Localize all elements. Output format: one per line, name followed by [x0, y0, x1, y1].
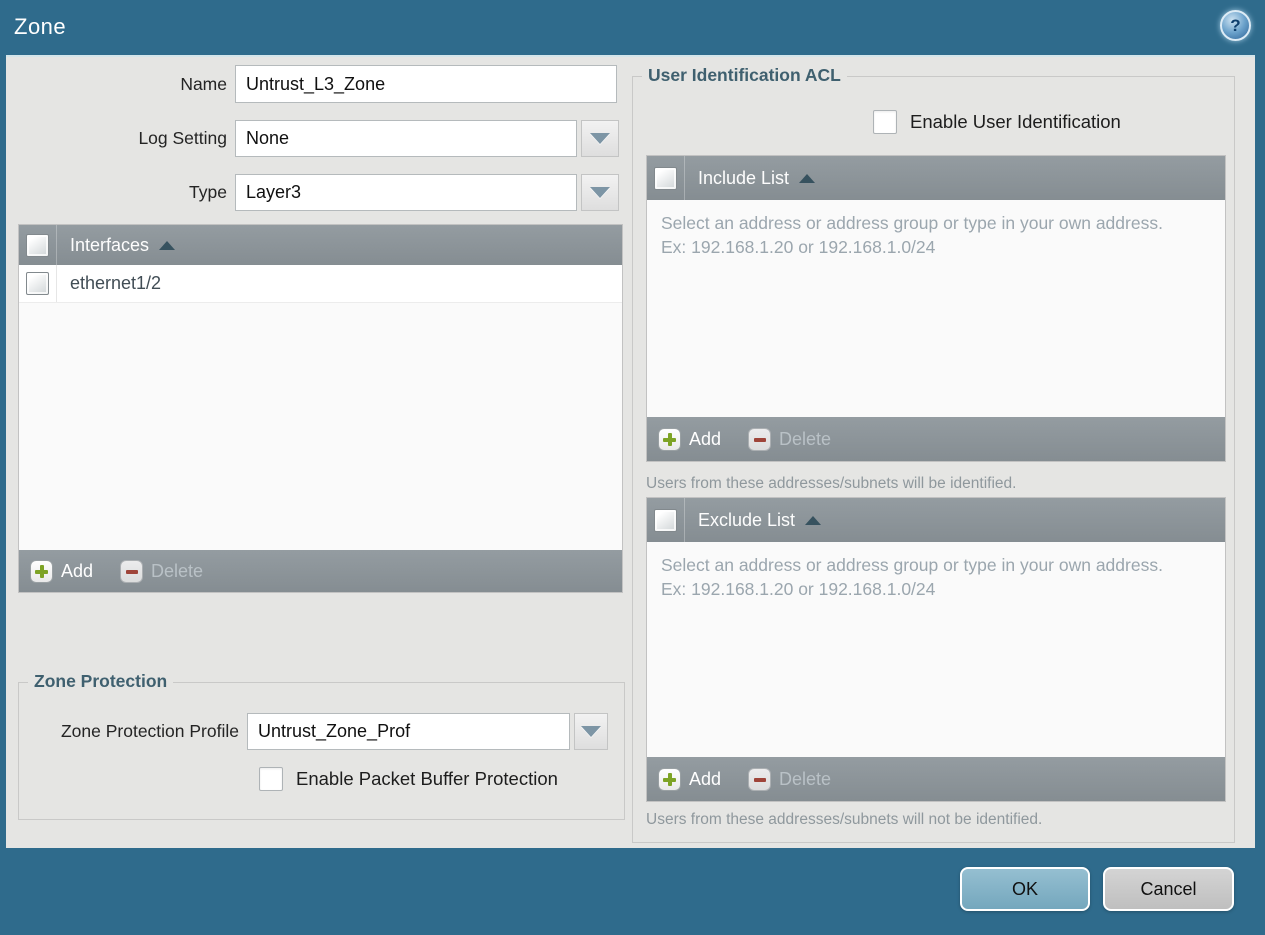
- dialog-content: Name Log Setting Type Interfaces etherne…: [6, 55, 1255, 848]
- delete-button[interactable]: Delete: [748, 767, 831, 791]
- log-setting-label: Log Setting: [138, 128, 227, 148]
- interface-name: ethernet1/2: [70, 273, 162, 293]
- packet-buffer-label: Enable Packet Buffer Protection: [296, 768, 558, 789]
- include-list-note: Users from these addresses/subnets will …: [646, 475, 1017, 492]
- include-list-body[interactable]: Select an address or address group or ty…: [647, 200, 1225, 417]
- chevron-down-icon: [590, 133, 610, 144]
- dialog-header: Zone ?: [0, 0, 1265, 55]
- zone-protection-profile-label: Zone Protection Profile: [60, 721, 239, 741]
- enable-user-identification-checkbox[interactable]: [873, 110, 897, 134]
- dialog-title: Zone: [14, 14, 67, 39]
- minus-icon: [120, 559, 144, 583]
- exclude-list-column-header[interactable]: Exclude List: [698, 510, 795, 531]
- help-icon[interactable]: ?: [1220, 10, 1251, 41]
- log-setting-row: Log Setting: [6, 120, 619, 157]
- include-select-all-checkbox[interactable]: [654, 166, 677, 190]
- enable-user-identification-row: Enable User Identification: [873, 110, 1121, 134]
- name-row: Name: [6, 65, 617, 103]
- include-select-all-cell: [647, 156, 685, 200]
- exclude-list-table: Exclude List Select an address or addres…: [646, 497, 1226, 802]
- include-list-table: Include List Select an address or addres…: [646, 155, 1226, 462]
- interfaces-table-body: ethernet1/2: [19, 265, 622, 550]
- include-list-header: Include List: [647, 156, 1225, 200]
- exclude-list-header: Exclude List: [647, 498, 1225, 542]
- delete-button[interactable]: Delete: [748, 427, 831, 451]
- exclude-list-body[interactable]: Select an address or address group or ty…: [647, 542, 1225, 757]
- include-list-toolbar: Add Delete: [647, 417, 1225, 461]
- packet-buffer-row: Enable Packet Buffer Protection: [259, 767, 558, 791]
- interfaces-table-header: Interfaces: [19, 225, 622, 265]
- cancel-button[interactable]: Cancel: [1103, 867, 1234, 911]
- interfaces-column-header[interactable]: Interfaces: [70, 235, 149, 256]
- packet-buffer-checkbox[interactable]: [259, 767, 283, 791]
- exclude-list-toolbar: Add Delete: [647, 757, 1225, 801]
- minus-icon: [748, 767, 772, 791]
- delete-button[interactable]: Delete: [120, 559, 203, 583]
- interfaces-select-all-checkbox[interactable]: [26, 233, 49, 257]
- exclude-list-placeholder: Select an address or address group or ty…: [661, 555, 1163, 600]
- plus-icon: [658, 767, 681, 791]
- exclude-list-note: Users from these addresses/subnets will …: [646, 811, 1043, 828]
- sort-ascending-icon[interactable]: [159, 240, 176, 250]
- add-button[interactable]: Add: [658, 767, 721, 791]
- log-setting-dropdown-button[interactable]: [581, 120, 619, 157]
- row-checkbox-cell: [19, 265, 57, 302]
- interfaces-toolbar: Add Delete: [19, 550, 622, 592]
- plus-icon: [30, 559, 53, 583]
- sort-ascending-icon[interactable]: [805, 515, 822, 525]
- zone-protection-section: Zone Protection Zone Protection Profile …: [18, 671, 625, 820]
- add-button[interactable]: Add: [658, 427, 721, 451]
- include-list-column-header[interactable]: Include List: [698, 168, 789, 189]
- add-button[interactable]: Add: [30, 559, 93, 583]
- chevron-down-icon: [590, 187, 610, 198]
- table-row[interactable]: ethernet1/2: [19, 265, 622, 303]
- type-row: Type: [6, 174, 619, 211]
- row-checkbox[interactable]: [26, 272, 49, 295]
- exclude-select-all-cell: [647, 498, 685, 542]
- zone-protection-profile-row: Zone Protection Profile: [25, 713, 608, 750]
- help-glyph: ?: [1230, 15, 1241, 35]
- name-input[interactable]: [235, 65, 617, 103]
- type-label: Type: [189, 182, 227, 202]
- zone-protection-profile-dropdown-button[interactable]: [574, 713, 608, 750]
- include-list-placeholder: Select an address or address group or ty…: [661, 213, 1163, 258]
- zone-protection-legend: Zone Protection: [28, 671, 174, 692]
- type-dropdown-button[interactable]: [581, 174, 619, 211]
- log-setting-input[interactable]: [235, 120, 577, 157]
- ok-button[interactable]: OK: [960, 867, 1090, 911]
- minus-icon: [748, 427, 772, 451]
- zone-protection-profile-input[interactable]: [247, 713, 570, 750]
- user-identification-acl-legend: User Identification ACL: [642, 65, 847, 86]
- interfaces-select-all-cell: [19, 225, 57, 265]
- user-identification-acl-section: User Identification ACL Enable User Iden…: [632, 65, 1235, 843]
- enable-user-identification-label: Enable User Identification: [910, 111, 1121, 132]
- name-label: Name: [180, 73, 227, 94]
- chevron-down-icon: [581, 726, 601, 737]
- exclude-select-all-checkbox[interactable]: [654, 508, 677, 532]
- type-input[interactable]: [235, 174, 577, 211]
- plus-icon: [658, 427, 681, 451]
- sort-ascending-icon[interactable]: [799, 173, 816, 183]
- interfaces-table: Interfaces ethernet1/2 Add Delete: [18, 224, 623, 593]
